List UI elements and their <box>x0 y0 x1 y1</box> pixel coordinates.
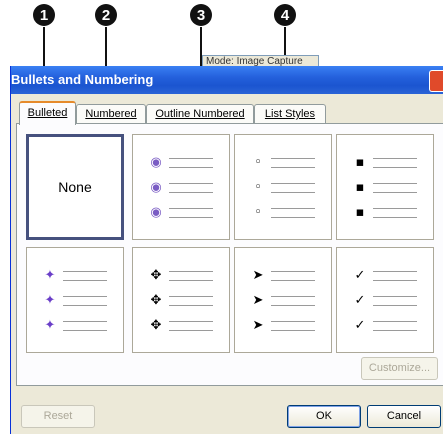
bullet-preview-row: ✥ <box>143 268 219 283</box>
callout-4: 4 <box>274 4 296 26</box>
checkmark-bullet-icon: ✓ <box>354 293 366 308</box>
bullets-numbering-dialog: Bullets and Numbering Bulleted Numbered … <box>10 66 443 434</box>
customize-button[interactable]: Customize... <box>361 357 438 380</box>
text-placeholder-lines <box>373 183 417 193</box>
bullet-preview-row: ✦ <box>37 318 113 333</box>
text-placeholder-lines <box>169 158 213 168</box>
text-placeholder-lines <box>169 296 213 306</box>
small-circle-bullet-icon: ◦ <box>254 155 262 170</box>
checkmark-bullet-icon: ✓ <box>354 268 366 283</box>
bullet-preview-row: ✦ <box>37 268 113 283</box>
tab-outline-numbered[interactable]: Outline Numbered <box>146 104 254 123</box>
tab-numbered-label: Numbered <box>85 108 137 120</box>
text-placeholder-lines <box>373 321 417 331</box>
text-placeholder-lines <box>373 271 417 281</box>
none-label: None <box>58 179 92 195</box>
four-diamond-bullet-icon: ✥ <box>150 293 162 308</box>
tab-bulleted[interactable]: Bulleted <box>19 101 76 125</box>
text-placeholder-lines <box>373 158 417 168</box>
text-placeholder-lines <box>169 321 213 331</box>
small-circle-bullet-icon: ◦ <box>254 205 262 220</box>
bulleted-panel: None ◉ ◉ ◉ ◦ ◦ ◦ ▪ ▪ ▪ ✦ ✦ ✦ ✥ ✥ ✥ ➤ ➤ ➤ ✓ ✓ ✓ Customi… <box>16 123 443 386</box>
reset-button[interactable]: Reset <box>21 405 95 428</box>
bullet-preview-row: ▪ <box>347 155 423 170</box>
ok-button[interactable]: OK <box>287 405 361 428</box>
callout-2: 2 <box>95 4 117 26</box>
bullet-preview-row: ◦ <box>245 180 321 195</box>
bullet-preview-row: ✓ <box>347 293 423 308</box>
bullet-preview-row: ◉ <box>143 180 219 195</box>
bullet-style-spiral[interactable]: ◉ ◉ ◉ <box>132 134 230 240</box>
bullet-style-check[interactable]: ✓ ✓ ✓ <box>336 247 434 353</box>
plus-star-bullet-icon: ✦ <box>44 293 56 308</box>
text-placeholder-lines <box>169 208 213 218</box>
bullet-preview-row: ▪ <box>347 180 423 195</box>
close-icon[interactable] <box>429 70 443 92</box>
small-square-bullet-icon: ▪ <box>355 205 365 220</box>
dialog-title: Bullets and Numbering <box>11 72 154 87</box>
bullet-preview-row: ➤ <box>245 293 321 308</box>
checkmark-bullet-icon: ✓ <box>354 318 366 333</box>
text-placeholder-lines <box>169 271 213 281</box>
bullet-preview-row: ◦ <box>245 205 321 220</box>
text-placeholder-lines <box>169 183 213 193</box>
four-diamond-bullet-icon: ✥ <box>150 268 162 283</box>
text-placeholder-lines <box>271 271 315 281</box>
bullet-preview-row: ▪ <box>347 205 423 220</box>
tab-list-styles[interactable]: List Styles <box>254 104 326 123</box>
arrowhead-bullet-icon: ➤ <box>252 293 264 308</box>
plus-star-bullet-icon: ✦ <box>44 268 56 283</box>
bullet-style-diamond[interactable]: ✥ ✥ ✥ <box>132 247 230 353</box>
text-placeholder-lines <box>63 296 107 306</box>
spiral-bullet-icon: ◉ <box>150 180 162 195</box>
bullet-preview-row: ➤ <box>245 318 321 333</box>
plus-star-bullet-icon: ✦ <box>44 318 56 333</box>
text-placeholder-lines <box>271 296 315 306</box>
arrowhead-bullet-icon: ➤ <box>252 268 264 283</box>
bullet-preview-row: ◦ <box>245 155 321 170</box>
text-placeholder-lines <box>373 208 417 218</box>
text-placeholder-lines <box>63 321 107 331</box>
callout-1: 1 <box>33 4 55 26</box>
title-bar[interactable]: Bullets and Numbering <box>11 66 443 94</box>
bullet-style-circle[interactable]: ◦ ◦ ◦ <box>234 134 332 240</box>
spiral-bullet-icon: ◉ <box>150 205 162 220</box>
tab-list-styles-label: List Styles <box>264 108 316 120</box>
four-diamond-bullet-icon: ✥ <box>150 318 162 333</box>
arrowhead-bullet-icon: ➤ <box>252 318 264 333</box>
text-placeholder-lines <box>271 321 315 331</box>
bullet-preview-row: ✥ <box>143 293 219 308</box>
tab-outline-numbered-label: Outline Numbered <box>155 108 245 120</box>
bullet-preview-row: ✦ <box>37 293 113 308</box>
text-placeholder-lines <box>271 183 315 193</box>
callout-3: 3 <box>190 4 212 26</box>
text-placeholder-lines <box>373 296 417 306</box>
tab-bulleted-label: Bulleted <box>27 107 68 119</box>
bullet-preview-row: ◉ <box>143 205 219 220</box>
text-placeholder-lines <box>271 158 315 168</box>
small-square-bullet-icon: ▪ <box>355 180 365 195</box>
bullet-preview-row: ✥ <box>143 318 219 333</box>
text-placeholder-lines <box>63 271 107 281</box>
bullet-style-square[interactable]: ▪ ▪ ▪ <box>336 134 434 240</box>
bullet-preview-row: ➤ <box>245 268 321 283</box>
small-square-bullet-icon: ▪ <box>355 155 365 170</box>
bullet-preview-row: ✓ <box>347 318 423 333</box>
bullet-style-none[interactable]: None <box>26 134 124 240</box>
bullet-style-star[interactable]: ✦ ✦ ✦ <box>26 247 124 353</box>
text-placeholder-lines <box>271 208 315 218</box>
small-circle-bullet-icon: ◦ <box>254 180 262 195</box>
bullet-preview-row: ✓ <box>347 268 423 283</box>
bullet-style-arrow[interactable]: ➤ ➤ ➤ <box>234 247 332 353</box>
spiral-bullet-icon: ◉ <box>150 155 162 170</box>
cancel-button[interactable]: Cancel <box>367 405 441 428</box>
tab-numbered[interactable]: Numbered <box>76 104 146 123</box>
bullet-preview-row: ◉ <box>143 155 219 170</box>
